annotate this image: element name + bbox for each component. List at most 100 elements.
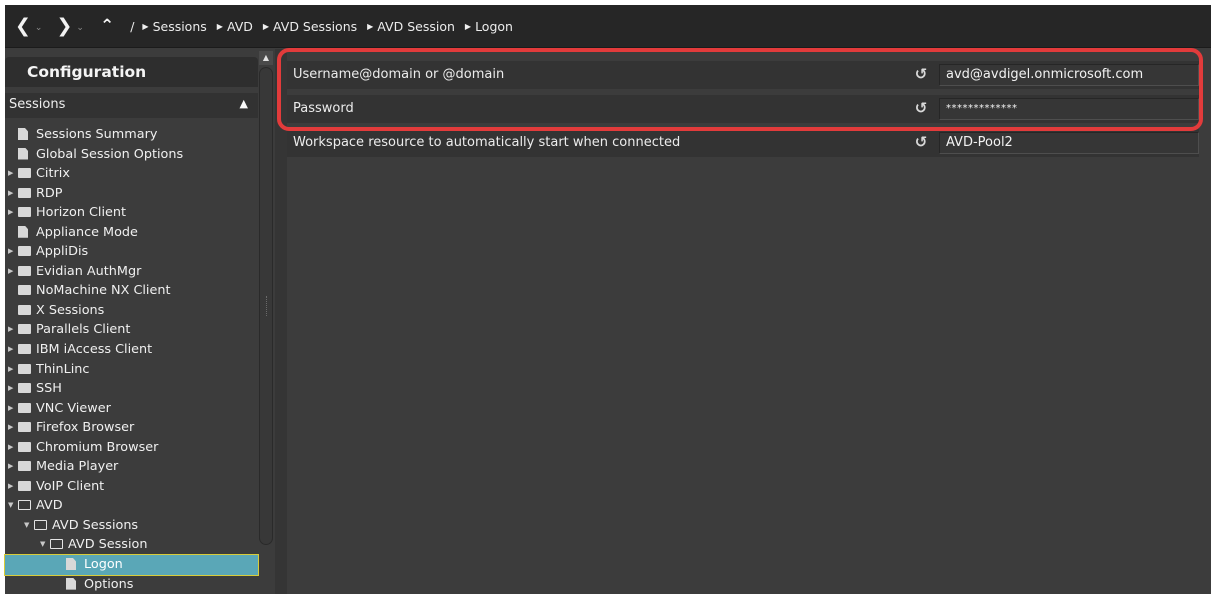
back-history-caret-icon[interactable]: ⌄ — [35, 23, 43, 33]
forward-button[interactable]: ❯ ⌄ — [56, 5, 83, 48]
folder-icon — [18, 324, 31, 335]
app-window: ❮ ⌄ ❯ ⌄ ⌃ / ▶ Sessions ▶ AVD ▶ AVD Sessions ▶ A… — [4, 5, 1211, 594]
tree-item-label: Appliance Mode — [36, 224, 138, 240]
tree-item[interactable]: ▶ Media Player — [5, 457, 258, 477]
sessions-section-header[interactable]: Sessions ▲ — [5, 93, 258, 118]
document-icon — [18, 147, 28, 160]
breadcrumb-label: AVD Sessions — [273, 18, 358, 34]
breadcrumb-item[interactable]: ▶ AVD — [217, 19, 253, 34]
tree-item[interactable]: ▶ Firefox Browser — [5, 418, 258, 438]
tree-item[interactable]: ▶ Parallels Client — [5, 320, 258, 340]
sidebar-scrollbar[interactable]: ▲ — [259, 51, 275, 550]
tree-item[interactable]: X Sessions — [5, 301, 258, 321]
breadcrumb: / ▶ Sessions ▶ AVD ▶ AVD Sessions ▶ AVD Session… — [130, 19, 523, 34]
collapsed-triangle-icon[interactable]: ▶ — [8, 184, 13, 204]
tree-item[interactable]: Global Session Options — [5, 145, 258, 165]
collapse-triangle-icon[interactable]: ▲ — [240, 97, 248, 110]
tree-item[interactable]: ▶ VNC Viewer — [5, 399, 258, 419]
tree-item[interactable]: ▼ AVD Session — [5, 535, 258, 555]
collapsed-triangle-icon[interactable]: ▶ — [8, 399, 13, 419]
collapsed-triangle-icon[interactable]: ▶ — [8, 379, 13, 399]
tree-item-label: VoIP Client — [36, 478, 105, 494]
collapsed-triangle-icon[interactable]: ▶ — [8, 438, 13, 458]
open-folder-icon — [50, 539, 63, 550]
tree-item[interactable]: ▶ Chromium Browser — [5, 438, 258, 458]
tree-item[interactable]: ▶ Citrix — [5, 164, 258, 184]
document-icon — [18, 128, 28, 140]
tree-item-label: AVD — [36, 498, 63, 514]
reset-default-icon[interactable]: ↺ — [911, 65, 931, 85]
folder-icon — [18, 441, 31, 452]
password-field[interactable]: ************* — [939, 98, 1199, 120]
tree-item-label: Sessions Summary — [36, 127, 158, 142]
tree-item[interactable]: NoMachine NX Client — [5, 281, 258, 301]
collapsed-triangle-icon[interactable]: ▶ — [8, 203, 13, 223]
pane-splitter[interactable] — [275, 49, 287, 594]
tree-item[interactable]: ▶ SSH — [5, 379, 258, 399]
setting-value-field[interactable]: AVD-Pool2 — [939, 132, 1199, 154]
scroll-up-icon[interactable]: ▲ — [259, 51, 273, 65]
document-icon — [18, 225, 28, 238]
folder-icon — [18, 304, 31, 315]
collapsed-triangle-icon[interactable]: ▶ — [8, 164, 13, 184]
tree-item[interactable]: Appliance Mode — [5, 223, 258, 243]
expanded-triangle-icon[interactable]: ▼ — [8, 496, 13, 516]
breadcrumb-item[interactable]: ▶ AVD Sessions — [263, 19, 357, 34]
tree-item[interactable]: ▶ AppliDis — [5, 242, 258, 262]
setting-value-field[interactable]: avd@avdigel.onmicrosoft.com — [939, 64, 1199, 86]
collapsed-triangle-icon[interactable]: ▶ — [8, 457, 13, 477]
document-icon — [66, 577, 76, 590]
reset-default-icon[interactable]: ↺ — [911, 133, 931, 153]
expanded-triangle-icon[interactable]: ▼ — [24, 516, 29, 536]
breadcrumb-label: Sessions — [152, 18, 207, 34]
reset-default-icon[interactable]: ↺ — [911, 99, 931, 119]
scroll-grip[interactable] — [266, 296, 268, 316]
back-button[interactable]: ❮ ⌄ — [15, 5, 42, 48]
settings-panel: Username@domain or @domain ↺ avd@avdigel.o… — [287, 49, 1211, 594]
collapsed-triangle-icon[interactable]: ▶ — [8, 418, 13, 438]
tree-item[interactable]: Sessions Summary — [5, 125, 258, 145]
tree-item-label: Media Player — [36, 459, 119, 475]
setting-row: Workspace resource to automatically star… — [287, 129, 1199, 157]
collapsed-triangle-icon[interactable]: ▶ — [8, 477, 13, 497]
tree-item[interactable]: Logon — [4, 554, 259, 576]
breadcrumb-label: Logon — [475, 18, 513, 34]
breadcrumb-arrow-icon: ▶ — [464, 21, 472, 31]
tree-item[interactable]: ▶ IBM iAccess Client — [5, 340, 258, 360]
tree-item[interactable]: ▶ Horizon Client — [5, 203, 258, 223]
folder-icon — [18, 207, 31, 218]
setting-label: Workspace resource to automatically star… — [293, 135, 681, 150]
tree-item-label: AppliDis — [36, 244, 89, 260]
tree-item-label: Logon — [84, 557, 123, 573]
collapsed-triangle-icon[interactable]: ▶ — [8, 340, 13, 360]
tree-item[interactable]: ▶ RDP — [5, 184, 258, 204]
forward-history-caret-icon[interactable]: ⌄ — [76, 23, 84, 33]
tree-item-label: Parallels Client — [36, 322, 131, 338]
expanded-triangle-icon[interactable]: ▼ — [40, 535, 45, 555]
setting-row: Password ↺ ************* — [287, 95, 1199, 123]
collapsed-triangle-icon[interactable]: ▶ — [8, 242, 13, 262]
open-folder-icon — [34, 519, 47, 530]
collapsed-triangle-icon[interactable]: ▶ — [8, 320, 13, 340]
scroll-track[interactable] — [259, 67, 273, 545]
tree-item[interactable]: Options — [5, 575, 258, 594]
tree-item[interactable]: ▼ AVD Sessions — [5, 516, 258, 536]
folder-icon — [18, 344, 31, 355]
tree-item[interactable]: ▶ VoIP Client — [5, 477, 258, 497]
sidebar-title: Configuration — [5, 57, 258, 87]
tree-item[interactable]: ▼ AVD — [5, 496, 258, 516]
tree-item[interactable]: ▶ Evidian AuthMgr — [5, 262, 258, 282]
setting-label: Username@domain or @domain — [293, 67, 505, 82]
breadcrumb-root[interactable]: / — [130, 19, 134, 34]
breadcrumb-item[interactable]: ▶ Sessions — [142, 19, 206, 34]
collapsed-triangle-icon[interactable]: ▶ — [8, 262, 13, 282]
breadcrumb-item[interactable]: ▶ Logon — [465, 19, 513, 34]
folder-icon — [18, 187, 31, 198]
tree-item[interactable]: ▶ ThinLinc — [5, 360, 258, 380]
session-tree: Sessions Summary Global Session Options ▶ C… — [4, 125, 259, 594]
up-button[interactable]: ⌃ — [100, 5, 114, 48]
collapsed-triangle-icon[interactable]: ▶ — [8, 360, 13, 380]
document-icon — [66, 558, 76, 571]
breadcrumb-item[interactable]: ▶ AVD Session — [367, 19, 455, 34]
up-arrow-icon: ⌃ — [99, 15, 115, 36]
